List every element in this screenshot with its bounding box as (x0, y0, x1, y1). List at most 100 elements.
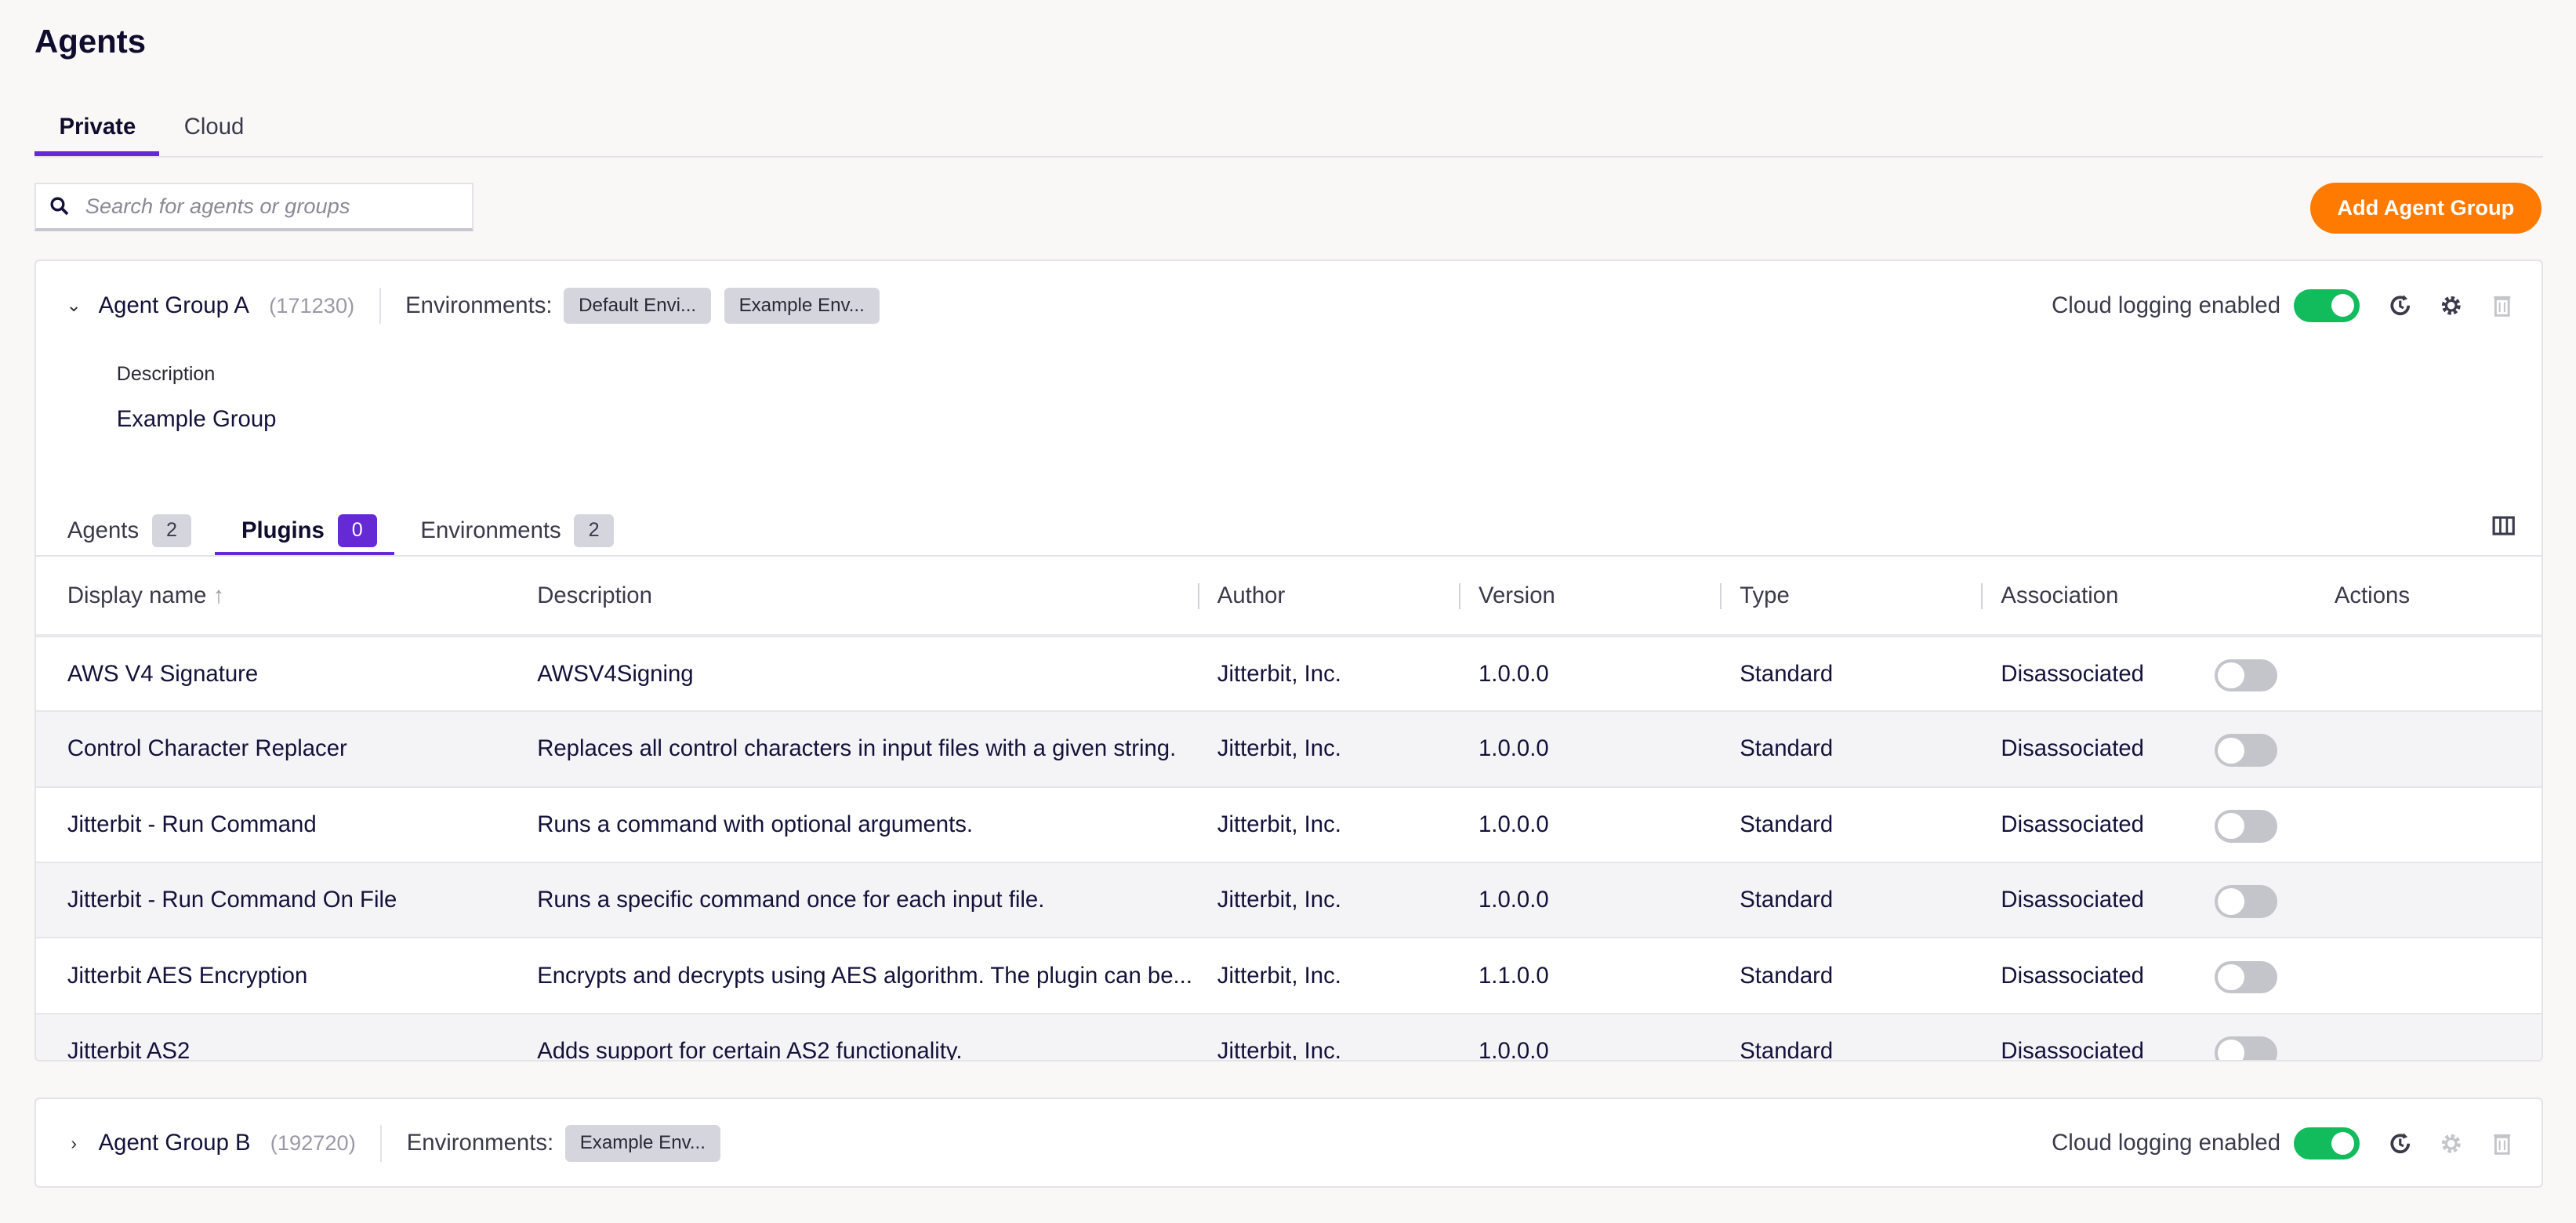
cloud-logging-label: Cloud logging enabled (2052, 1130, 2281, 1156)
chevron-down-icon[interactable]: ⌄ (63, 295, 85, 316)
columns-icon[interactable] (2492, 513, 2515, 543)
cell-type: Standard (1740, 938, 2001, 1014)
association-toggle[interactable] (2215, 960, 2277, 994)
cloud-logging-toggle[interactable] (2293, 289, 2360, 322)
gear-icon (2438, 1130, 2465, 1157)
cell-author: Jitterbit, Inc. (1217, 862, 1478, 939)
agent-group-card: ⌄ Agent Group A (171230) Environments: D… (34, 259, 2544, 1062)
column-header-author[interactable]: Author (1197, 557, 1478, 637)
cell-association: Disassociated (2001, 938, 2315, 1014)
table-row: Jitterbit AES Encryption Encrypts and dec… (36, 938, 2542, 1014)
association-toggle[interactable] (2215, 659, 2277, 692)
chevron-right-icon[interactable]: › (63, 1133, 85, 1154)
column-header-version[interactable]: Version (1458, 557, 1740, 637)
column-header-association[interactable]: Association (1981, 557, 2315, 637)
search-input[interactable] (85, 194, 447, 220)
page-title: Agents (34, 23, 147, 60)
group-id: (171230) (269, 292, 355, 318)
agents-page: Agents Private Cloud Add Agent Group ⌄ A… (0, 0, 2576, 1222)
tab-private[interactable]: Private (59, 114, 136, 140)
count-badge: 2 (574, 514, 614, 547)
cell-version: 1.0.0.0 (1478, 635, 1740, 713)
association-toggle[interactable] (2215, 885, 2277, 919)
restart-icon[interactable] (2387, 1130, 2414, 1157)
trash-icon (2489, 1130, 2516, 1157)
group-name[interactable]: Agent Group A (99, 292, 249, 319)
cell-version: 1.0.0.0 (1478, 786, 1740, 864)
cell-association: Disassociated (2001, 862, 2315, 939)
gear-icon[interactable] (2438, 292, 2465, 319)
table-row: Jitterbit AS2 Adds support for certain AS… (36, 1013, 2542, 1060)
cell-version: 1.0.0.0 (1478, 862, 1740, 939)
description-value: Example Group (116, 405, 277, 432)
environment-chip[interactable]: Default Envi... (564, 287, 711, 324)
tabs-divider (34, 156, 2544, 158)
table-row: Jitterbit - Run Command On File Runs a sp… (36, 862, 2542, 939)
tab-cloud[interactable]: Cloud (184, 114, 245, 140)
divider (380, 1125, 383, 1162)
cell-display-name: Jitterbit AS2 (36, 1013, 538, 1060)
table-header-row: Display name ↑ Description Author Versio… (36, 557, 2542, 637)
association-toggle[interactable] (2215, 734, 2277, 768)
column-header-display-name[interactable]: Display name ↑ (36, 557, 538, 637)
count-badge: 2 (151, 514, 192, 547)
cell-actions (2314, 711, 2542, 788)
tab-agents[interactable]: Agents 2 (67, 514, 192, 547)
divider (379, 287, 381, 324)
tab-environments[interactable]: Environments 2 (420, 514, 614, 547)
table-row: Control Character Replacer Replaces all c… (36, 711, 2542, 788)
cell-display-name: AWS V4 Signature (36, 635, 538, 713)
cell-author: Jitterbit, Inc. (1217, 786, 1478, 864)
environments-label: Environments: (405, 292, 553, 318)
add-agent-group-button[interactable]: Add Agent Group (2309, 182, 2542, 234)
cell-author: Jitterbit, Inc. (1217, 938, 1478, 1014)
cell-association: Disassociated (2001, 1013, 2315, 1060)
cell-description: Encrypts and decrypts using AES algorith… (537, 938, 1217, 1014)
cell-type: Standard (1740, 786, 2001, 864)
cell-actions (2314, 786, 2542, 864)
column-header-actions: Actions (2314, 557, 2542, 637)
cell-description: AWSV4Signing (537, 635, 1217, 713)
cell-association: Disassociated (2001, 635, 2315, 713)
search-icon (50, 197, 69, 216)
cell-description: Runs a command with optional arguments. (537, 786, 1217, 864)
tab-plugins[interactable]: Plugins 0 (241, 514, 377, 547)
environments-label: Environments: (406, 1130, 554, 1156)
environment-chip[interactable]: Example Env... (564, 1125, 720, 1162)
cell-version: 1.0.0.0 (1478, 711, 1740, 788)
cell-type: Standard (1740, 711, 2001, 788)
association-toggle[interactable] (2215, 1036, 2277, 1060)
tab-label: Environments (420, 517, 561, 543)
description-label: Description (116, 363, 216, 386)
group-name[interactable]: Agent Group B (99, 1130, 251, 1156)
cell-display-name: Jitterbit - Run Command On File (36, 862, 538, 939)
cell-author: Jitterbit, Inc. (1217, 1013, 1478, 1060)
cell-association: Disassociated (2001, 786, 2315, 864)
search-box[interactable] (34, 182, 473, 232)
cell-type: Standard (1740, 862, 2001, 939)
cell-actions (2314, 862, 2542, 939)
cell-display-name: Jitterbit AES Encryption (36, 938, 538, 1014)
cell-type: Standard (1740, 635, 2001, 713)
cell-actions (2314, 1013, 2542, 1060)
sort-ascending-icon[interactable]: ↑ (213, 582, 225, 608)
cell-author: Jitterbit, Inc. (1217, 635, 1478, 713)
plugins-table: Display name ↑ Description Author Versio… (36, 557, 2542, 1060)
group-id: (192720) (270, 1130, 356, 1156)
restart-icon[interactable] (2387, 292, 2414, 319)
environment-chip[interactable]: Example Env... (724, 287, 880, 324)
cloud-logging-label: Cloud logging enabled (2052, 292, 2281, 318)
cell-description: Replaces all control characters in input… (537, 711, 1217, 788)
cell-author: Jitterbit, Inc. (1217, 711, 1478, 788)
column-header-description[interactable]: Description (537, 557, 1217, 637)
association-toggle[interactable] (2215, 809, 2277, 843)
tab-label: Agents (67, 517, 140, 543)
cloud-logging-toggle[interactable] (2293, 1127, 2360, 1160)
tab-label: Plugins (241, 517, 325, 543)
column-header-type[interactable]: Type (1720, 557, 2001, 637)
cell-description: Adds support for certain AS2 functionali… (537, 1013, 1217, 1060)
cell-association: Disassociated (2001, 711, 2315, 788)
cell-description: Runs a specific command once for each in… (537, 862, 1217, 939)
trash-icon (2489, 292, 2516, 319)
cell-version: 1.0.0.0 (1478, 1013, 1740, 1060)
